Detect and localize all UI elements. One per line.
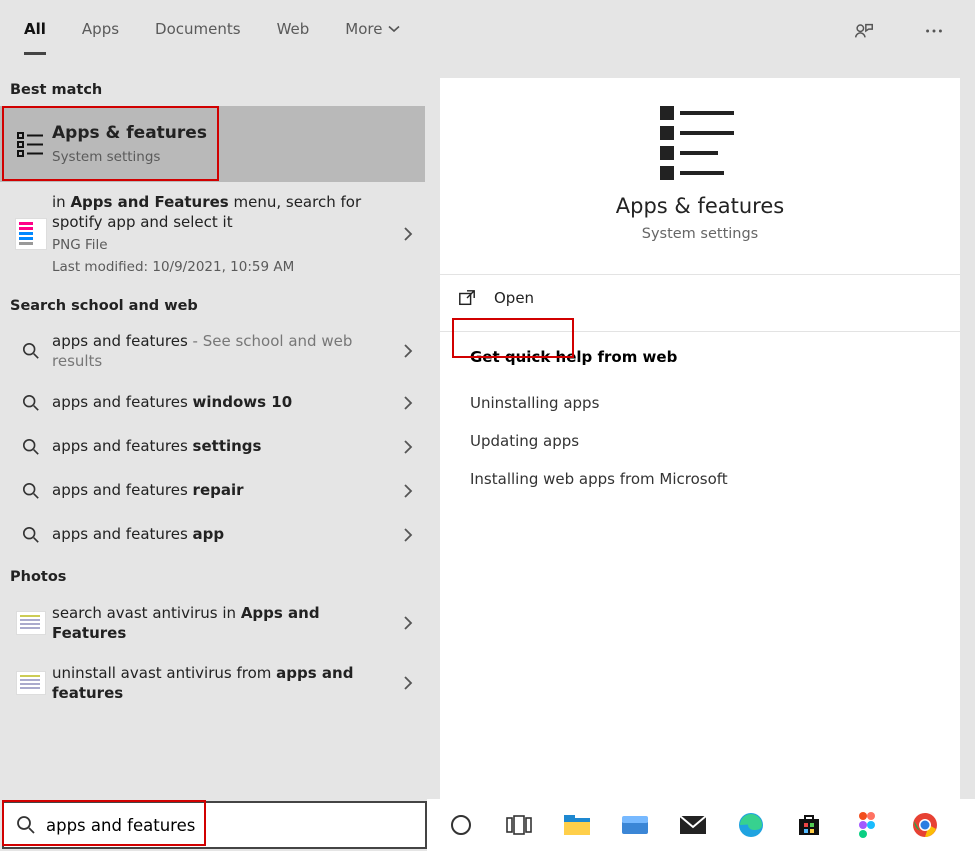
section-best-match: Best match — [0, 62, 425, 106]
store-icon[interactable] — [793, 809, 825, 841]
chevron-right-icon — [403, 226, 413, 242]
keyboard-icon[interactable] — [619, 809, 651, 841]
file-result-modified: Last modified: 10/9/2021, 10:59 AM — [52, 258, 389, 276]
photo-thumbnail-icon — [10, 611, 52, 635]
web-suggestion-list: apps and features - See school and web r… — [0, 322, 425, 557]
search-input[interactable] — [46, 816, 425, 835]
search-icon — [10, 482, 52, 500]
tab-web[interactable]: Web — [277, 20, 310, 52]
search-icon — [10, 526, 52, 544]
chevron-right-icon — [403, 395, 413, 411]
apps-features-large-icon — [656, 104, 744, 180]
edge-icon[interactable] — [735, 809, 767, 841]
figma-icon[interactable] — [851, 809, 883, 841]
help-header: Get quick help from web — [470, 348, 930, 366]
chrome-icon[interactable] — [909, 809, 941, 841]
chevron-right-icon — [403, 343, 413, 359]
open-button[interactable]: Open — [440, 275, 960, 321]
tab-more[interactable]: More — [345, 20, 400, 52]
tab-more-label: More — [345, 20, 382, 38]
web-suggestion[interactable]: apps and features settings — [0, 425, 425, 469]
search-icon — [10, 342, 52, 360]
help-section: Get quick help from web Uninstalling app… — [440, 332, 960, 514]
chevron-down-icon — [388, 23, 400, 35]
result-png-file[interactable]: in Apps and Features menu, search for sp… — [0, 182, 425, 286]
file-result-title: in Apps and Features menu, search for sp… — [52, 192, 389, 233]
chevron-right-icon — [403, 615, 413, 631]
task-view-icon[interactable] — [503, 809, 535, 841]
search-icon — [10, 438, 52, 456]
tab-all[interactable]: All — [24, 20, 46, 55]
web-suggestion[interactable]: apps and features - See school and web r… — [0, 322, 425, 381]
search-box[interactable] — [2, 801, 427, 849]
help-link-installing-web[interactable]: Installing web apps from Microsoft — [470, 460, 930, 498]
photo-result[interactable]: search avast antivirus in Apps and Featu… — [0, 593, 425, 654]
mail-icon[interactable] — [677, 809, 709, 841]
bottom-row — [0, 799, 975, 851]
help-link-uninstalling[interactable]: Uninstalling apps — [470, 384, 930, 422]
file-explorer-icon[interactable] — [561, 809, 593, 841]
best-result-title: Apps & features — [52, 122, 389, 145]
open-icon — [458, 289, 476, 307]
file-result-type: PNG File — [52, 236, 389, 254]
more-options-icon[interactable] — [917, 20, 951, 42]
feedback-icon[interactable] — [847, 20, 881, 42]
open-label: Open — [494, 289, 534, 307]
tab-apps[interactable]: Apps — [82, 20, 119, 52]
detail-hero: Apps & features System settings — [440, 78, 960, 264]
search-icon — [16, 815, 36, 835]
cortana-icon[interactable] — [445, 809, 477, 841]
web-suggestion[interactable]: apps and features windows 10 — [0, 381, 425, 425]
file-thumbnail-icon — [10, 218, 52, 250]
result-best-apps-features[interactable]: Apps & features System settings — [0, 106, 425, 182]
section-photos: Photos — [0, 557, 425, 593]
chevron-right-icon — [403, 527, 413, 543]
results-panel: Best match Apps & features System settin… — [0, 62, 425, 799]
chevron-right-icon — [403, 439, 413, 455]
best-result-subtitle: System settings — [52, 148, 389, 166]
photo-thumbnail-icon — [10, 671, 52, 695]
search-icon — [10, 394, 52, 412]
detail-panel: Apps & features System settings Open Get… — [440, 78, 960, 799]
help-link-updating[interactable]: Updating apps — [470, 422, 930, 460]
photo-result[interactable]: uninstall avast antivirus from apps and … — [0, 653, 425, 714]
section-school-web: Search school and web — [0, 286, 425, 322]
web-suggestion[interactable]: apps and features repair — [0, 469, 425, 513]
detail-title: Apps & features — [616, 194, 784, 218]
chevron-right-icon — [403, 483, 413, 499]
chevron-right-icon — [403, 675, 413, 691]
apps-features-list-icon — [10, 128, 52, 160]
top-tab-bar: All Apps Documents Web More — [0, 0, 975, 62]
tab-documents[interactable]: Documents — [155, 20, 241, 52]
web-suggestion[interactable]: apps and features app — [0, 513, 425, 557]
taskbar — [427, 799, 975, 851]
detail-subtitle: System settings — [642, 226, 759, 242]
